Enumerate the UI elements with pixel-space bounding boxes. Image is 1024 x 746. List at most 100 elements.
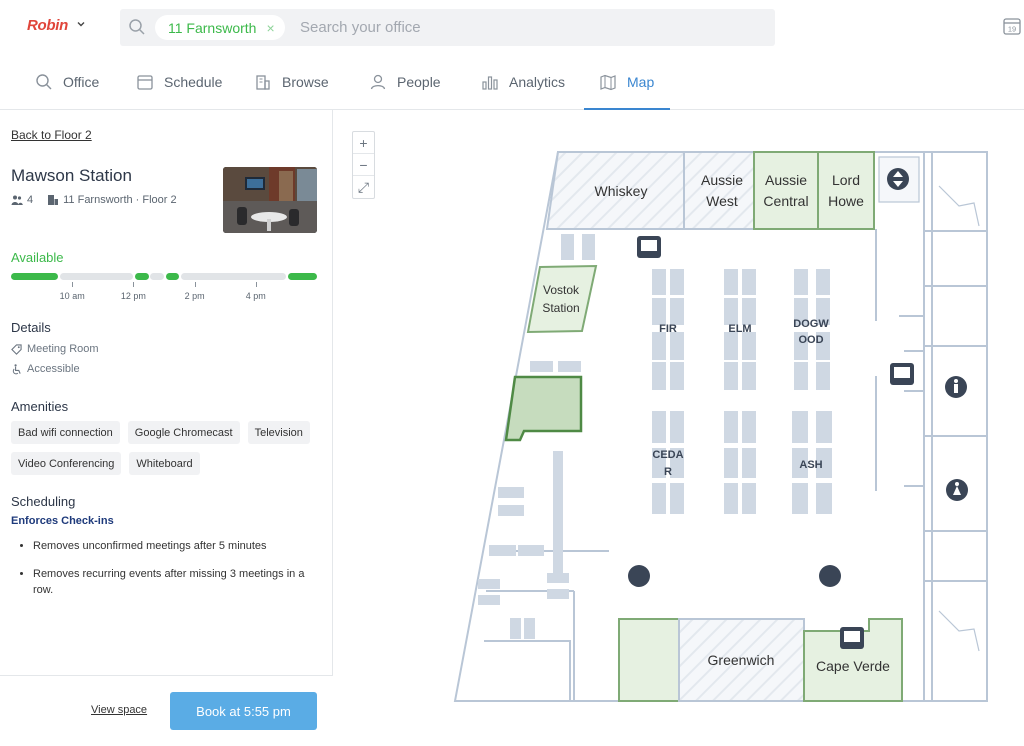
robin-logo[interactable]: Robin	[27, 17, 68, 34]
scheduling-heading: Scheduling	[11, 494, 76, 509]
restroom-icon	[945, 376, 967, 398]
availability-timeline	[11, 273, 317, 280]
capacity: 4	[27, 194, 34, 206]
zoom-controls: + − ⤢	[352, 131, 375, 199]
search-icon	[36, 74, 52, 90]
tab-label: Schedule	[164, 74, 223, 90]
tab-analytics[interactable]: Analytics	[481, 54, 565, 110]
tag-icon	[11, 343, 22, 355]
room-mawson-station-selected[interactable]	[504, 375, 583, 442]
tab-label: Office	[63, 74, 100, 90]
fit-map-button[interactable]: ⤢	[353, 176, 374, 198]
main-nav: Office Schedule Browse People Analytics …	[0, 54, 1024, 110]
tab-label: Browse	[282, 74, 329, 90]
room-label: Howe	[828, 193, 864, 209]
amenities-list: Bad wifi connection Google Chromecast Te…	[11, 421, 321, 475]
display-icon	[890, 363, 914, 385]
availability-status: Available	[11, 250, 64, 265]
room-label: Station	[542, 301, 579, 315]
chevron-down-icon[interactable]	[76, 19, 86, 29]
tab-map[interactable]: Map	[599, 54, 654, 110]
search-input[interactable]	[300, 9, 760, 46]
search-icon	[129, 19, 145, 35]
tab-office[interactable]: Office	[35, 54, 99, 110]
room-label: Aussie	[765, 172, 807, 188]
desk-group-label: CEDA	[652, 449, 683, 461]
room-label: Whiskey	[595, 183, 648, 199]
tab-browse[interactable]: Browse	[254, 54, 329, 110]
calendar-icon[interactable]: 19	[1002, 16, 1022, 36]
room-lord-howe[interactable]: Lord Howe	[817, 151, 875, 230]
floor-map[interactable]: Whiskey Aussie West Aussie Central Lord …	[334, 111, 1024, 741]
panel-footer: View space Book at 5:55 pm	[0, 675, 333, 741]
display-icon	[637, 236, 661, 258]
timeline-free-segment	[165, 273, 180, 280]
room-aussie-central[interactable]: Aussie Central	[753, 151, 819, 230]
tab-schedule[interactable]: Schedule	[136, 54, 222, 110]
detail-type: Meeting Room	[11, 343, 99, 355]
active-tab-indicator	[584, 108, 670, 110]
timeline-tick	[72, 282, 74, 287]
detail-label: Meeting Room	[27, 343, 99, 355]
room-label: Vostok	[543, 283, 580, 297]
bar-chart-icon	[482, 76, 498, 90]
building-icon	[48, 195, 59, 205]
timeline-free-segment	[134, 273, 149, 280]
timeline-free-segment	[11, 273, 59, 280]
person-icon	[370, 74, 386, 90]
timeline-axis: 10 am 12 pm 2 pm 4 pm	[11, 282, 317, 304]
amenity-tag: Television	[247, 421, 310, 444]
desk-group-label: FIR	[659, 323, 677, 335]
room-unnamed-available[interactable]	[618, 618, 680, 702]
space-photo[interactable]	[223, 167, 317, 233]
restroom-icon	[946, 479, 968, 501]
zoom-in-button[interactable]: +	[353, 132, 374, 154]
detail-accessibility: Accessible	[11, 363, 80, 375]
amenity-tag: Video Conferencing	[11, 452, 122, 475]
zoom-out-button[interactable]: −	[353, 154, 374, 176]
timeline-tick	[133, 282, 135, 287]
tab-label: People	[397, 74, 441, 90]
tab-people[interactable]: People	[369, 54, 441, 110]
elevator-icon	[878, 156, 920, 203]
people-icon	[11, 195, 23, 205]
scheduling-rules: Removes unconfirmed meetings after 5 min…	[21, 538, 321, 610]
top-bar: Robin 11 Farnsworth × 19	[0, 0, 1024, 54]
space-title: Mawson Station	[11, 166, 132, 185]
display-icon	[840, 627, 864, 649]
desk-group-label: OOD	[798, 334, 823, 346]
desk-group-label: DOGW	[793, 318, 829, 330]
amenity-tag: Bad wifi connection	[11, 421, 120, 444]
back-to-floor-link[interactable]: Back to Floor 2	[11, 128, 92, 142]
desk-group-label: ASH	[799, 459, 822, 471]
room-vostok-station[interactable]: Vostok Station	[526, 264, 598, 334]
location-text: 11 Farnsworth · Floor 2	[63, 194, 177, 206]
timeline-tick	[194, 282, 196, 287]
map-icon	[600, 74, 616, 91]
space-details-panel: Back to Floor 2 Mawson Station 4 11 Farn…	[0, 110, 333, 741]
room-greenwich[interactable]: Greenwich	[678, 618, 805, 702]
room-label: Aussie	[701, 172, 743, 188]
pillar-icon	[628, 565, 650, 587]
details-heading: Details	[11, 320, 51, 335]
chip-label: 11 Farnsworth	[168, 19, 257, 36]
search-bar[interactable]: 11 Farnsworth ×	[120, 9, 775, 46]
amenity-tag: Google Chromecast	[127, 421, 240, 444]
room-whiskey[interactable]: Whiskey	[545, 151, 685, 230]
timeline-free-segment	[287, 273, 317, 280]
view-space-link[interactable]: View space	[91, 704, 147, 716]
accessible-icon	[12, 363, 21, 374]
rule-item: Removes unconfirmed meetings after 5 min…	[33, 538, 321, 554]
enforces-checkins-label: Enforces Check-ins	[11, 515, 114, 527]
amenity-tag: Whiteboard	[129, 452, 200, 475]
timeline-busy-segment	[180, 273, 287, 280]
room-aussie-west[interactable]: Aussie West	[683, 151, 755, 230]
timeline-tick-label: 12 pm	[120, 291, 146, 301]
timeline-busy-segment	[150, 273, 164, 280]
room-label: Greenwich	[708, 652, 775, 668]
building-icon	[256, 75, 270, 90]
detail-label: Accessible	[27, 363, 80, 375]
book-button[interactable]: Book at 5:55 pm	[170, 692, 317, 730]
clear-chip-icon[interactable]: ×	[266, 20, 274, 36]
tab-label: Analytics	[509, 74, 566, 90]
